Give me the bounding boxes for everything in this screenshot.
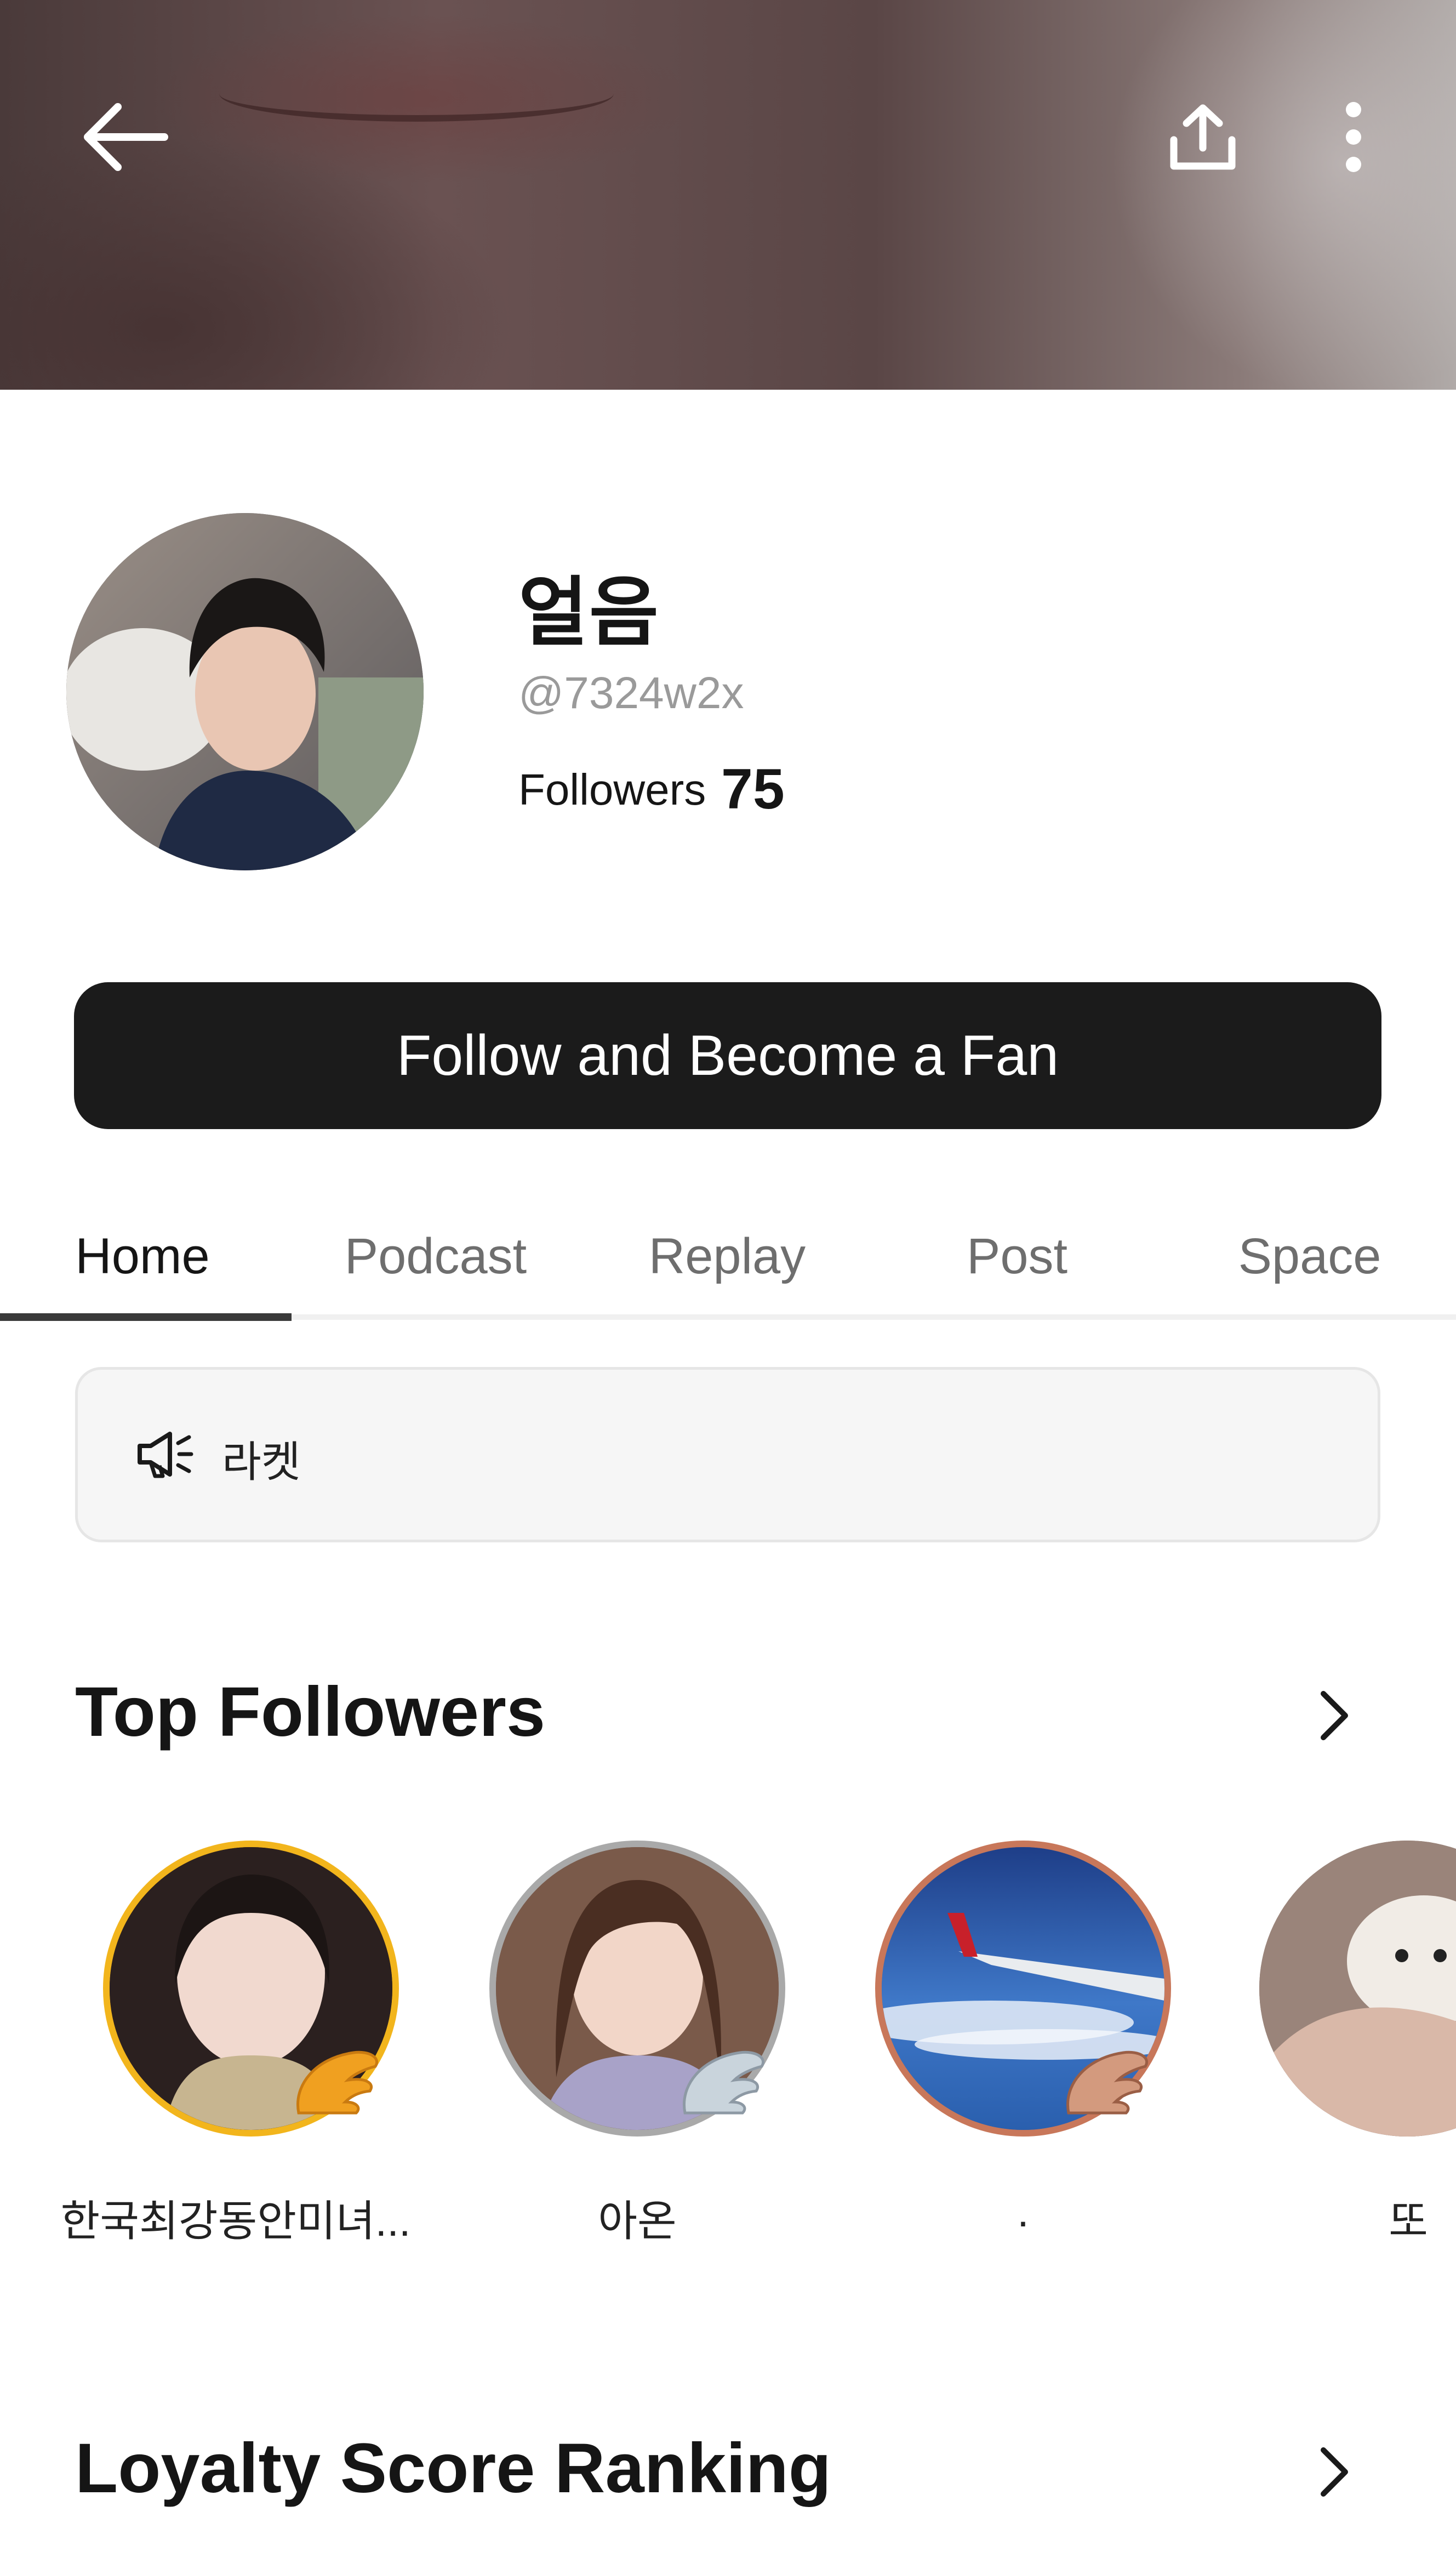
follower-name-1: 한국최강동안미녀... xyxy=(60,2197,411,2245)
followers-count[interactable]: 75 xyxy=(721,757,785,822)
follower-avatar-4-clip xyxy=(1259,1841,1456,2137)
more-button[interactable] xyxy=(1321,90,1386,184)
follow-button[interactable]: Follow and Become a Fan xyxy=(74,982,1381,1129)
loyalty-ranking-title: Loyalty Score Ranking xyxy=(75,2429,831,2508)
back-button[interactable] xyxy=(66,88,186,186)
followers-label: Followers xyxy=(518,765,706,814)
profile-name: 얼음 xyxy=(518,571,660,655)
share-button[interactable] xyxy=(1156,90,1249,184)
top-followers-chevron-right-icon[interactable] xyxy=(1315,1688,1354,1746)
megaphone-icon xyxy=(134,1429,195,1482)
follower-name-2: 아온 xyxy=(598,2197,677,2245)
arrow-left-icon xyxy=(79,99,173,175)
gold-wing-badge-icon xyxy=(288,2042,386,2124)
silver-wing-badge-icon xyxy=(674,2042,773,2124)
follower-avatar-4[interactable] xyxy=(1259,1841,1456,2137)
loyalty-chevron-right-icon[interactable] xyxy=(1315,2445,1354,2502)
notice-text: 라켓 xyxy=(222,1438,301,1486)
cover-banner xyxy=(0,0,1456,390)
profile-avatar[interactable] xyxy=(66,513,424,870)
follower-name-4: 또 xyxy=(1389,2197,1428,2245)
follower-name-3: . xyxy=(1017,2187,1029,2236)
bronze-wing-badge-icon xyxy=(1058,2042,1156,2124)
share-upload-icon xyxy=(1167,101,1238,173)
top-followers-title: Top Followers xyxy=(75,1673,546,1751)
tab-home[interactable]: Home xyxy=(33,1228,252,1285)
tab-space[interactable]: Space xyxy=(1200,1228,1419,1285)
tab-post[interactable]: Post xyxy=(907,1228,1127,1285)
tab-podcast[interactable]: Podcast xyxy=(326,1228,545,1285)
profile-handle: @7324w2x xyxy=(518,668,744,718)
cover-photo-detail xyxy=(219,66,614,122)
tab-replay[interactable]: Replay xyxy=(618,1228,837,1285)
follow-button-label: Follow and Become a Fan xyxy=(396,1023,1059,1087)
tab-active-indicator xyxy=(0,1313,292,1321)
more-vertical-icon xyxy=(1343,101,1364,173)
